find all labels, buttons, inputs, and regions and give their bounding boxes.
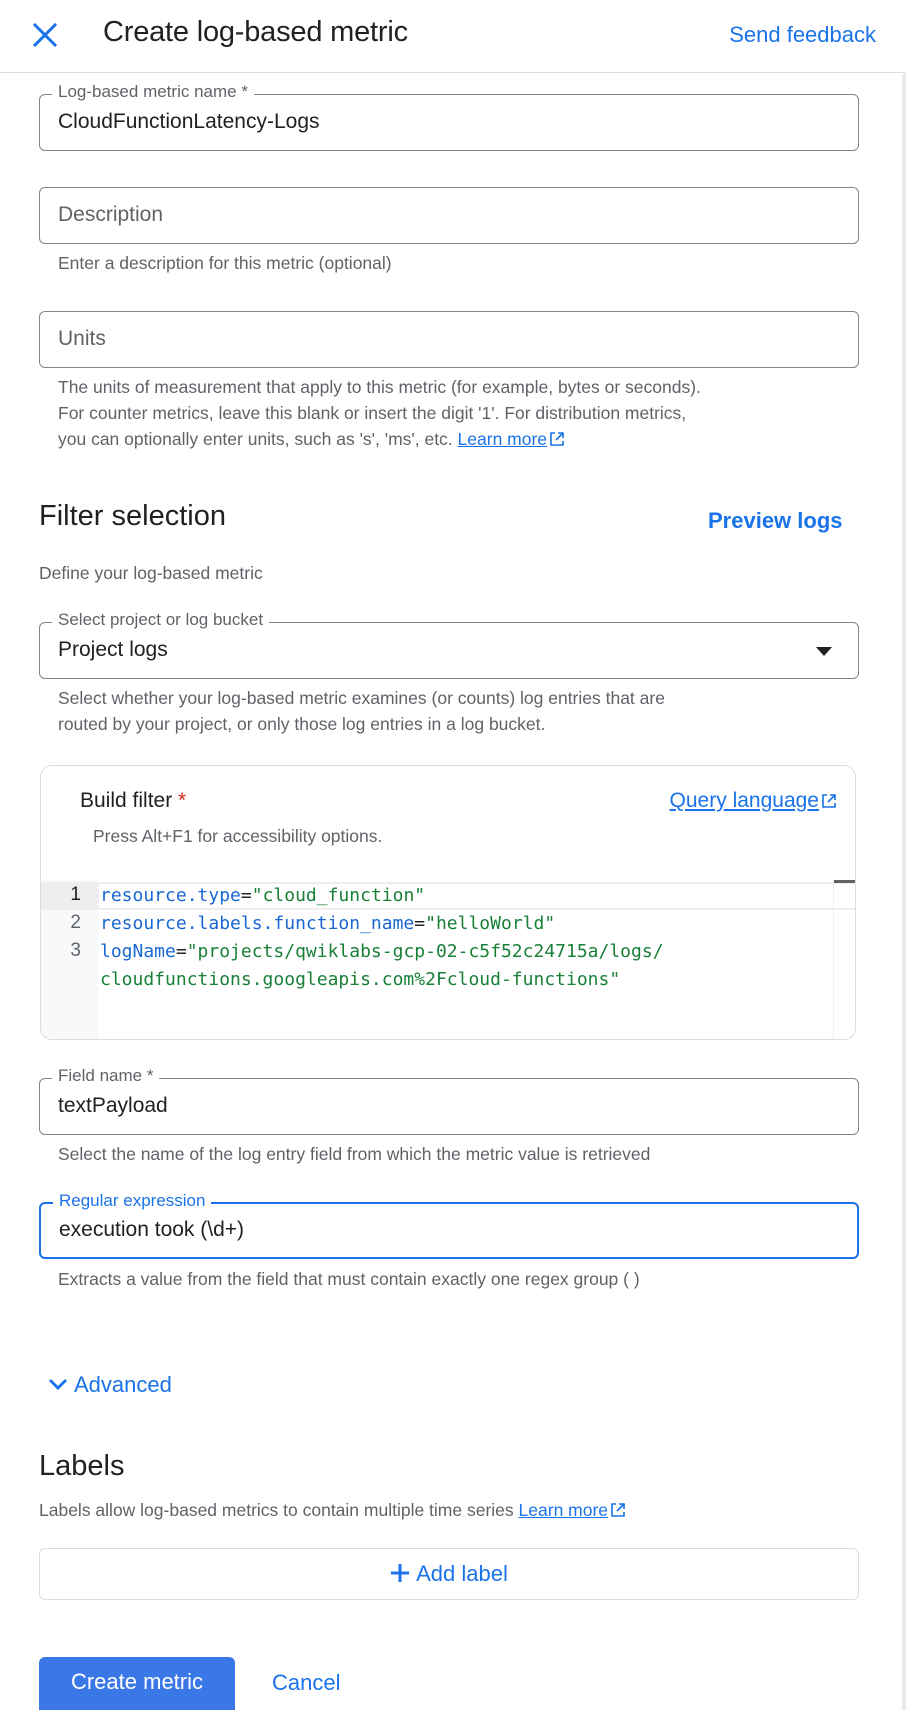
- units-helper-line: For counter metrics, leave this blank or…: [58, 403, 687, 423]
- bucket-select-label: Select project or log bucket: [52, 610, 270, 630]
- units-input[interactable]: Units: [58, 327, 106, 351]
- metric-name-label: Log-based metric name *: [52, 82, 254, 102]
- field-name-helper: Select the name of the log entry field f…: [58, 1144, 651, 1164]
- units-helper-line: you can optionally enter units, such as …: [58, 426, 848, 452]
- page-scrollbar[interactable]: [902, 74, 906, 1710]
- filter-selection-title: Filter selection: [39, 500, 226, 532]
- field-name-field[interactable]: Field name * textPayload: [39, 1066, 859, 1135]
- units-field[interactable]: Units: [39, 311, 859, 368]
- description-field[interactable]: Description: [39, 187, 859, 244]
- editor-scroll-thumb[interactable]: [834, 880, 855, 883]
- editor-scrollbar[interactable]: [833, 880, 855, 1039]
- code-line: logName="projects/qwiklabs-gcp-02-c5f52c…: [100, 941, 664, 962]
- build-filter-label: Build filter *: [80, 789, 187, 812]
- units-helper: The units of measurement that apply to t…: [58, 374, 848, 452]
- dropdown-arrow-icon: [816, 647, 832, 656]
- required-marker: *: [178, 789, 187, 812]
- description-input[interactable]: Description: [58, 203, 163, 227]
- plus-icon: [391, 1564, 410, 1582]
- page-title: Create log-based metric: [103, 16, 408, 48]
- external-link-icon: [822, 794, 836, 808]
- send-feedback-link[interactable]: Send feedback: [729, 22, 876, 48]
- filter-code-editor[interactable]: 1 resource.type="cloud_function" 2 resou…: [41, 880, 855, 1039]
- code-line: resource.labels.function_name="helloWorl…: [100, 913, 556, 934]
- preview-logs-button[interactable]: Preview logs: [708, 508, 843, 534]
- labels-subtitle: Labels allow log-based metrics to contai…: [39, 1500, 626, 1521]
- labels-title: Labels: [39, 1450, 125, 1482]
- accessibility-hint: Press Alt+F1 for accessibility options.: [93, 826, 383, 846]
- external-link-icon: [550, 432, 564, 446]
- field-name-input[interactable]: textPayload: [58, 1094, 168, 1118]
- dialog-header: Create log-based metric Send feedback: [0, 0, 906, 73]
- close-icon: [32, 22, 58, 48]
- metric-name-input[interactable]: CloudFunctionLatency-Logs: [58, 110, 320, 134]
- labels-learn-more-link[interactable]: Learn more: [519, 1500, 627, 1520]
- chevron-down-icon: [49, 1379, 67, 1390]
- add-label-button[interactable]: Add label: [39, 1548, 859, 1600]
- units-learn-more-link[interactable]: Learn more: [458, 429, 566, 449]
- regex-input[interactable]: execution took (\d+): [59, 1218, 244, 1242]
- regex-label: Regular expression: [53, 1191, 212, 1211]
- create-metric-button[interactable]: Create metric: [39, 1657, 235, 1710]
- bucket-select-value: Project logs: [58, 638, 168, 661]
- cancel-button[interactable]: Cancel: [272, 1670, 340, 1696]
- regex-helper: Extracts a value from the field that mus…: [58, 1269, 640, 1289]
- code-line: resource.type="cloud_function": [100, 885, 426, 906]
- query-language-link[interactable]: Query language: [670, 789, 837, 813]
- field-name-label: Field name *: [52, 1066, 160, 1086]
- regex-field[interactable]: Regular expression execution took (\d+): [39, 1191, 859, 1259]
- close-button[interactable]: [30, 20, 60, 50]
- bucket-select-helper: Select whether your log-based metric exa…: [58, 688, 665, 734]
- description-helper: Enter a description for this metric (opt…: [58, 253, 392, 273]
- build-filter-card: Build filter * Query language Press Alt+…: [40, 765, 856, 1040]
- metric-name-field[interactable]: Log-based metric name * CloudFunctionLat…: [39, 82, 859, 151]
- line-number: 2: [70, 912, 81, 933]
- line-number: 1: [70, 884, 81, 905]
- filter-selection-subtitle: Define your log-based metric: [39, 563, 263, 583]
- external-link-icon: [611, 1503, 625, 1517]
- units-helper-line: The units of measurement that apply to t…: [58, 377, 701, 397]
- line-number: 3: [70, 940, 81, 961]
- bucket-select[interactable]: Select project or log bucket Project log…: [39, 610, 859, 679]
- code-line-wrapped: cloudfunctions.googleapis.com%2Fcloud-fu…: [100, 969, 621, 990]
- advanced-toggle[interactable]: Advanced: [48, 1372, 172, 1398]
